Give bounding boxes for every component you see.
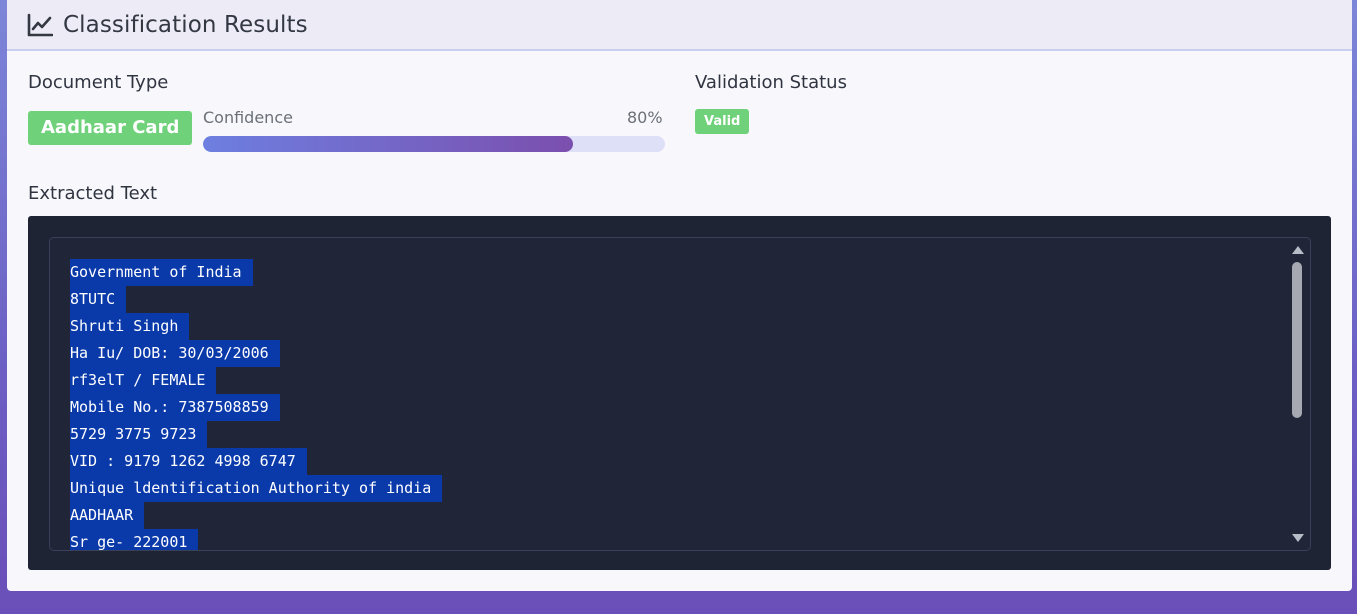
- page-title: Classification Results: [63, 11, 308, 38]
- validation-status-label: Validation Status: [695, 72, 847, 93]
- selected-text: VID : 9179 1262 4998 6747: [70, 448, 307, 475]
- extracted-text-line: 8TUTC: [70, 286, 442, 313]
- confidence-progress-bar: [203, 136, 665, 152]
- selected-text: Sr ge- 222001: [70, 529, 199, 550]
- selected-text: Ha Iu/ DOB: 30/03/2006: [70, 340, 280, 367]
- extracted-text-area[interactable]: Government of India 8TUTC Shruti Singh Ha I…: [49, 237, 1311, 551]
- selected-text: 5729 3775 9723: [70, 421, 208, 448]
- scroll-up-arrow-icon[interactable]: [1292, 246, 1304, 254]
- selected-text: Mobile No.: 7387508859: [70, 394, 280, 421]
- extracted-text-line: Ha Iu/ DOB: 30/03/2006: [70, 340, 442, 367]
- scrollbar-thumb[interactable]: [1292, 262, 1302, 418]
- validation-status-badge: Valid: [695, 109, 750, 134]
- extracted-text-line: 5729 3775 9723: [70, 421, 442, 448]
- extracted-text-line: rf3elT / FEMALE: [70, 367, 442, 394]
- vertical-scrollbar[interactable]: [1290, 242, 1304, 546]
- confidence-progress-fill: [203, 136, 573, 152]
- selected-text: Government of India: [70, 259, 253, 286]
- extracted-text-line: Mobile No.: 7387508859: [70, 394, 442, 421]
- selected-text: AADHAAR: [70, 502, 145, 529]
- extracted-text-line: Government of India: [70, 259, 442, 286]
- selected-text: Unique ldentification Authority of india: [70, 475, 443, 502]
- extracted-text-content[interactable]: Government of India 8TUTC Shruti Singh Ha I…: [70, 259, 443, 550]
- extracted-text-line: Unique ldentification Authority of india: [70, 475, 443, 502]
- document-type-label: Document Type: [28, 72, 169, 93]
- card-header: Classification Results: [7, 0, 1352, 51]
- extracted-text-panel: Government of India 8TUTC Shruti Singh Ha I…: [28, 216, 1331, 570]
- confidence-value: 80%: [627, 108, 663, 127]
- scroll-down-arrow-icon[interactable]: [1292, 534, 1304, 542]
- extracted-text-label: Extracted Text: [28, 183, 158, 204]
- extracted-text-line: AADHAAR: [70, 502, 442, 529]
- document-type-badge: Aadhaar Card: [28, 111, 193, 145]
- selected-text: rf3elT / FEMALE: [70, 367, 217, 394]
- line-chart-icon: [27, 13, 53, 37]
- extracted-text-line: Shruti Singh: [70, 313, 442, 340]
- selected-text: 8TUTC: [70, 286, 127, 313]
- confidence-label: Confidence: [203, 108, 293, 127]
- selected-text: Shruti Singh: [70, 313, 190, 340]
- classification-results-card: Classification Results Document Type Aad…: [7, 0, 1352, 591]
- extracted-text-line: VID : 9179 1262 4998 6747: [70, 448, 442, 475]
- extracted-text-line: Sr ge- 222001: [70, 529, 442, 550]
